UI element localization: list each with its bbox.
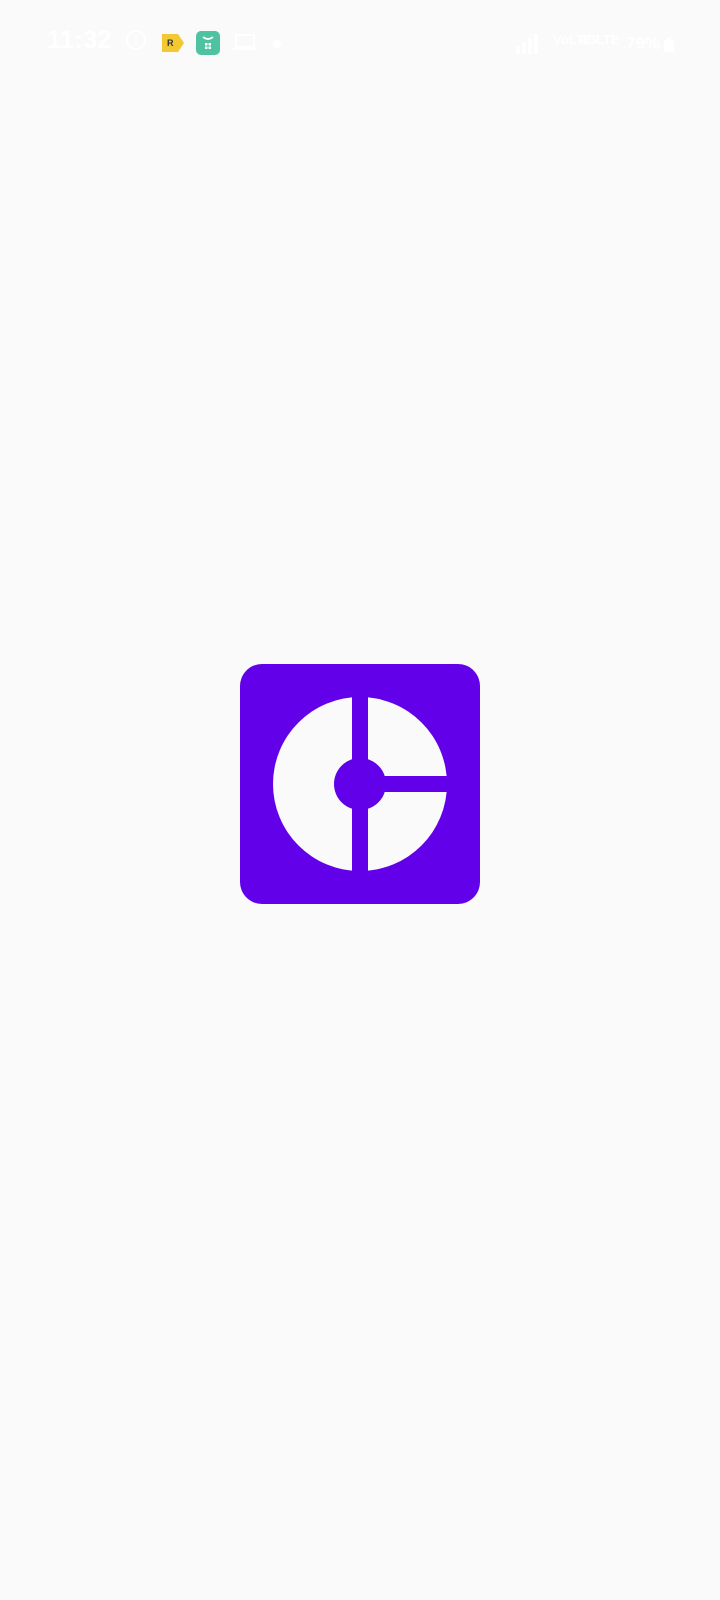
tag-icon-svg: R	[162, 34, 184, 52]
shopping-bag-icon	[196, 31, 220, 55]
splash-screen: 11:32 i R VoLTE 4G LTE 79%	[0, 0, 720, 1600]
network-label-right: 4G	[580, 32, 598, 47]
app-logo-icon	[273, 692, 460, 876]
info-icon: i	[126, 30, 146, 50]
dot-icon	[273, 40, 281, 48]
tag-icon-letter: R	[167, 38, 174, 48]
status-bar: 11:32 i R VoLTE 4G LTE 79%	[0, 0, 720, 88]
laptop-icon	[233, 33, 257, 53]
app-logo	[240, 664, 480, 904]
battery-percent: 79%	[626, 34, 661, 53]
signal-icon	[516, 32, 542, 59]
battery-icon	[664, 38, 674, 57]
tag-icon: R	[160, 32, 186, 54]
network-label-left: LTE	[596, 32, 620, 47]
status-time: 11:32	[47, 26, 113, 54]
